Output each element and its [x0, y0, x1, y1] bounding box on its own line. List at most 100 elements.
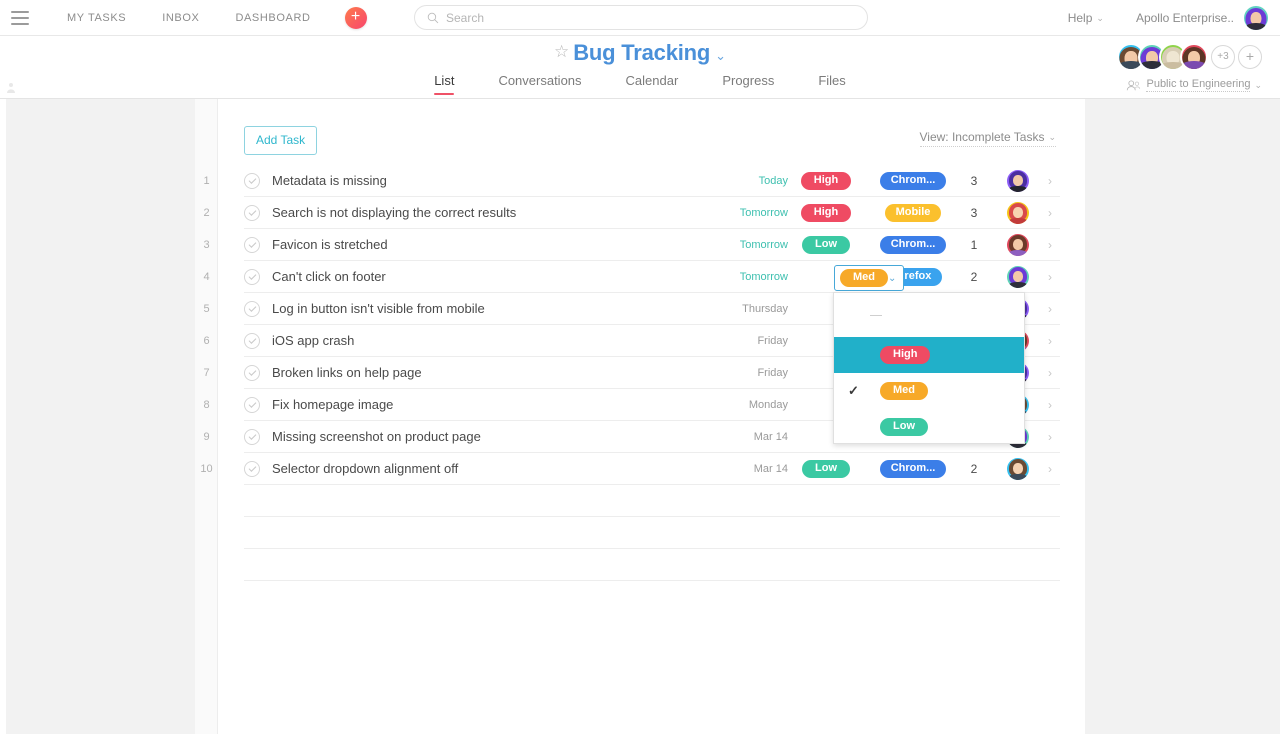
- avatar[interactable]: [1007, 169, 1029, 192]
- table-row[interactable]: 10 Selector dropdown alignment off Mar 14 L…: [200, 453, 1060, 485]
- task-tag-cell[interactable]: Mobile: [874, 203, 952, 222]
- task-priority-cell[interactable]: High: [788, 203, 864, 222]
- help-menu[interactable]: Help ⌄: [1068, 11, 1104, 25]
- task-due-date[interactable]: Monday: [708, 399, 788, 411]
- avatar[interactable]: [1007, 265, 1029, 288]
- nav-inbox[interactable]: INBOX: [144, 12, 217, 24]
- priority-pill[interactable]: Low: [802, 459, 850, 478]
- task-name[interactable]: Fix homepage image: [272, 397, 708, 412]
- task-tag-cell[interactable]: Chrom...: [874, 235, 952, 254]
- dropdown-option-high[interactable]: High: [834, 337, 1024, 373]
- open-task-chevron-icon[interactable]: ›: [1040, 430, 1060, 444]
- tab-progress[interactable]: Progress: [700, 73, 796, 95]
- search-input[interactable]: Search: [414, 5, 868, 30]
- task-name[interactable]: Broken links on help page: [272, 365, 708, 380]
- task-tag-cell[interactable]: Chrom...: [874, 459, 952, 478]
- tag-pill[interactable]: Chrom...: [879, 171, 947, 190]
- row-number: 8: [203, 398, 210, 411]
- page-title[interactable]: Bug Tracking: [573, 40, 710, 65]
- task-due-date[interactable]: Friday: [708, 335, 788, 347]
- dropdown-option-med[interactable]: ✓ Med: [834, 373, 1024, 409]
- task-name[interactable]: Search is not displaying the correct res…: [272, 205, 708, 220]
- org-name[interactable]: Apollo Enterprise..: [1136, 11, 1234, 25]
- open-task-chevron-icon[interactable]: ›: [1040, 238, 1060, 252]
- task-complete-checkbox[interactable]: [244, 396, 260, 413]
- task-priority-cell[interactable]: Low: [788, 235, 864, 254]
- priority-pill[interactable]: High: [800, 203, 852, 222]
- task-tag-cell[interactable]: Chrom...: [874, 171, 952, 190]
- member-overflow-count[interactable]: +3: [1211, 45, 1235, 69]
- dropdown-option-none[interactable]: [834, 293, 1024, 337]
- task-name[interactable]: Can't click on footer: [272, 269, 708, 284]
- task-due-date[interactable]: Friday: [708, 367, 788, 379]
- open-task-chevron-icon[interactable]: ›: [1040, 174, 1060, 188]
- tab-list[interactable]: List: [412, 73, 476, 95]
- task-priority-cell[interactable]: Low: [788, 459, 864, 478]
- task-complete-checkbox[interactable]: [244, 268, 260, 285]
- star-outline-icon[interactable]: ☆: [554, 42, 569, 61]
- task-complete-checkbox[interactable]: [244, 172, 260, 189]
- table-row[interactable]: 4 Can't click on footer Tomorrow Firefox 2 ›: [203, 261, 1060, 293]
- task-due-date[interactable]: Tomorrow: [708, 271, 788, 283]
- table-row[interactable]: 2 Search is not displaying the correct re…: [203, 197, 1060, 229]
- task-name[interactable]: Selector dropdown alignment off: [272, 461, 708, 476]
- task-priority-cell[interactable]: High: [788, 171, 864, 190]
- quick-add-button[interactable]: +: [344, 6, 367, 29]
- task-name[interactable]: Log in button isn't visible from mobile: [272, 301, 708, 316]
- open-task-chevron-icon[interactable]: ›: [1040, 206, 1060, 220]
- task-complete-checkbox[interactable]: [244, 236, 260, 253]
- task-complete-checkbox[interactable]: [244, 428, 260, 445]
- tag-pill[interactable]: Chrom...: [879, 235, 947, 254]
- avatar[interactable]: [1180, 43, 1208, 71]
- tab-files[interactable]: Files: [796, 73, 867, 95]
- table-row[interactable]: 3 Favicon is stretched Tomorrow Low Chrom...…: [203, 229, 1060, 261]
- priority-pill[interactable]: Low: [802, 235, 850, 254]
- collapse-icon[interactable]: [6, 82, 20, 94]
- task-due-date[interactable]: Tomorrow: [708, 239, 788, 251]
- priority-select-row-4[interactable]: Med ⌄: [834, 265, 904, 291]
- open-task-chevron-icon[interactable]: ›: [1040, 398, 1060, 412]
- tag-pill[interactable]: Chrom...: [879, 459, 947, 478]
- task-complete-checkbox[interactable]: [244, 460, 260, 477]
- row-number: 6: [203, 334, 210, 347]
- dropdown-option-low[interactable]: Low: [834, 409, 1024, 445]
- task-due-date[interactable]: Thursday: [708, 303, 788, 315]
- avatar[interactable]: [1007, 457, 1029, 480]
- hamburger-icon[interactable]: [11, 10, 29, 25]
- tab-calendar[interactable]: Calendar: [604, 73, 701, 95]
- add-task-button[interactable]: Add Task: [244, 126, 318, 155]
- task-complete-checkbox[interactable]: [244, 332, 260, 349]
- task-name[interactable]: Missing screenshot on product page: [272, 429, 708, 444]
- task-complete-checkbox[interactable]: [244, 364, 260, 381]
- avatar[interactable]: [1244, 6, 1268, 30]
- priority-dropdown-menu[interactable]: High ✓ Med Low: [833, 292, 1025, 444]
- tag-pill[interactable]: Mobile: [884, 203, 942, 222]
- open-task-chevron-icon[interactable]: ›: [1040, 270, 1060, 284]
- empty-row: [244, 517, 1060, 549]
- row-number: 1: [203, 174, 210, 187]
- task-due-date[interactable]: Tomorrow: [708, 207, 788, 219]
- table-row[interactable]: 1 Metadata is missing Today High Chrom... 3 ›: [203, 165, 1060, 197]
- nav-my-tasks[interactable]: MY TASKS: [49, 12, 144, 24]
- task-due-date[interactable]: Mar 14: [708, 431, 788, 443]
- tab-conversations[interactable]: Conversations: [476, 73, 603, 95]
- open-task-chevron-icon[interactable]: ›: [1040, 302, 1060, 316]
- priority-pill[interactable]: High: [800, 171, 852, 190]
- share-setting[interactable]: Public to Engineering ⌄: [1126, 78, 1262, 92]
- open-task-chevron-icon[interactable]: ›: [1040, 462, 1060, 476]
- avatar[interactable]: [1007, 233, 1029, 256]
- task-due-date[interactable]: Today: [708, 175, 788, 187]
- task-name[interactable]: iOS app crash: [272, 333, 708, 348]
- chevron-down-icon[interactable]: ⌄: [715, 48, 726, 63]
- task-due-date[interactable]: Mar 14: [708, 463, 788, 475]
- nav-dashboard[interactable]: DASHBOARD: [217, 12, 328, 24]
- avatar[interactable]: [1007, 201, 1029, 224]
- open-task-chevron-icon[interactable]: ›: [1040, 366, 1060, 380]
- add-member-button[interactable]: +: [1238, 45, 1262, 69]
- view-filter-dropdown[interactable]: View: Incomplete Tasks ⌄: [919, 130, 1056, 147]
- task-complete-checkbox[interactable]: [244, 300, 260, 317]
- task-name[interactable]: Metadata is missing: [272, 173, 708, 188]
- task-name[interactable]: Favicon is stretched: [272, 237, 708, 252]
- task-complete-checkbox[interactable]: [244, 204, 260, 221]
- open-task-chevron-icon[interactable]: ›: [1040, 334, 1060, 348]
